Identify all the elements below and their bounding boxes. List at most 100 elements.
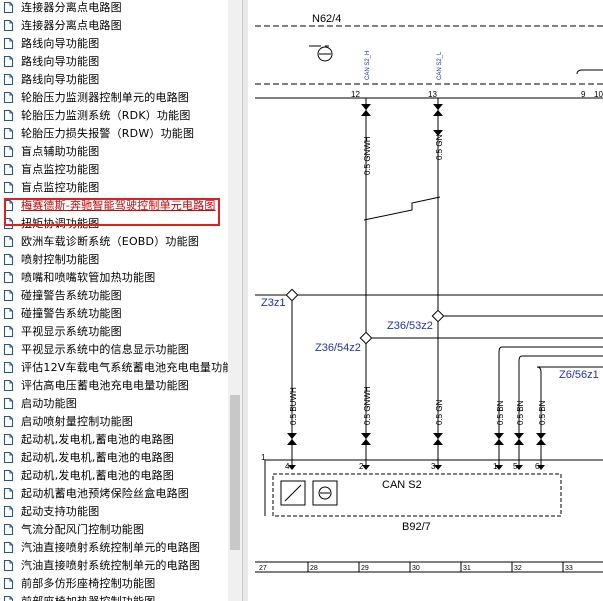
pin-label-2: 2 [359,462,364,471]
tree-item-label: 汽油直接喷射系统控制单元的电路图 [21,559,201,572]
tree-item-label: 气流分配风门控制功能图 [21,523,145,536]
scrollbar-thumb[interactable] [230,395,240,550]
tree-item[interactable]: 平视显示系统中的信息显示功能图 [0,340,228,358]
document-icon [4,55,13,67]
document-icon [4,307,13,319]
tree-item[interactable]: 起动机蓄电池预烤保险丝盒电路图 [0,484,228,502]
tree-item-label: 连接器分离点电路图 [21,1,122,14]
pin-label-1: 1 [493,462,498,471]
tree-item[interactable]: 路线向导功能图 [0,52,228,70]
tree-item[interactable]: 起动支持功能图 [0,502,228,520]
tree-item[interactable]: 碰撞警告系统功能图 [0,304,228,322]
tree-item-label: 汽油直接喷射系统控制单元的电路图 [21,541,201,554]
document-icon [4,415,13,427]
grid-label: 30 [412,565,420,572]
tree-item-label: 路线向导功能图 [21,37,100,50]
document-icon [4,397,13,409]
tree-item[interactable]: 起动机,发电机,蓄电池的电路图 [0,448,228,466]
tree-item-label: 轮胎压力监测系统（RDK）功能图 [21,109,191,122]
document-icon [4,577,13,589]
tree-item-label: 平视显示系统中的信息显示功能图 [21,343,189,356]
signal-label-12: CAN S2_H [365,51,371,80]
tree-item-label: 起动机蓄电池预烤保险丝盒电路图 [21,487,189,500]
tree-item[interactable]: 起动机,发电机,蓄电池的电路图 [0,430,228,448]
connector-arrows-lower [287,433,546,445]
module-label: CAN S2 [382,479,422,491]
tree-item[interactable]: 起动机,发电机,蓄电池的电路图 [0,466,228,484]
tree-item[interactable]: 气流分配风门控制功能图 [0,520,228,538]
tree-item[interactable]: 喷射控制功能图 [0,250,228,268]
tree-item-label: 起动机,发电机,蓄电池的电路图 [21,451,174,464]
tree-item-label: 喷射控制功能图 [21,253,100,266]
tree-item-label: 轮胎压力监测器控制单元的电路图 [21,91,189,104]
tree-item-label: 评估高电压蓄电池充电电量功能图 [21,379,189,392]
tree-item-label: 前部多仿形座椅控制功能图 [21,577,156,590]
tree-item[interactable]: 喷嘴和喷嘴软管加热功能图 [0,268,228,286]
wire-label-buwh: 0.5 BUWH [289,387,298,425]
tree-item[interactable]: 前部座椅加热器控制功能图 [0,592,228,601]
tree-item[interactable]: 路线向导功能图 [0,70,228,88]
node-label-z36-54z2: Z36/54z2 [315,342,361,354]
pin-markers [288,465,545,470]
tree-item-label: 轮胎压力损失报警（RDW）功能图 [21,127,195,140]
tree-item-label: 碰撞警告系统功能图 [21,289,122,302]
tree-item-label: 喷嘴和喷嘴软管加热功能图 [21,271,156,284]
tree-item-label: 碰撞警告系统功能图 [21,307,122,320]
tree-item[interactable]: 盲点监控功能图 [0,160,228,178]
document-icon [4,343,13,355]
tree-item[interactable]: 碰撞警告系统功能图 [0,286,228,304]
tree-item[interactable]: 汽油直接喷射系统控制单元的电路图 [0,538,228,556]
tree-item[interactable]: 平视显示系统功能图 [0,322,228,340]
tree-item[interactable]: 轮胎压力监测系统（RDK）功能图 [0,106,228,124]
tree-item[interactable]: 前部多仿形座椅控制功能图 [0,574,228,592]
wire-label-bn-3: 0.5 BN [538,400,547,425]
pin-label-4: 4 [285,462,290,471]
document-icon [4,595,13,601]
document-icon [4,487,13,499]
tree-item-label: 起动支持功能图 [21,505,100,518]
tree-item-label: 路线向导功能图 [21,73,100,86]
document-icon [4,19,13,31]
document-icon [4,91,13,103]
grid-label: 33 [565,565,573,572]
tree-item[interactable]: 启动喷射量控制功能图 [0,412,228,430]
tree-item-label: 启动喷射量控制功能图 [21,415,133,428]
tree-item-label: 欧洲车载诊断系统（EOBD）功能图 [21,235,200,248]
signal-label-13: CAN S2_L [437,51,443,80]
tree-item[interactable]: 连接器分离点电路图 [0,16,228,34]
connector-arrows-upper [361,104,443,136]
tree-item[interactable]: 轮胎压力监测器控制单元的电路图 [0,88,228,106]
pin-label-6: 6 [535,462,540,471]
document-icon [4,235,13,247]
document-icon [4,163,13,175]
document-icon [4,181,13,193]
tree-item[interactable]: 盲点监控功能图 [0,178,228,196]
tree-item-label: 启动功能图 [21,397,77,410]
tree-item[interactable]: 评估高电压蓄电池充电电量功能图 [0,376,228,394]
document-icon [4,73,13,85]
tree-item[interactable]: 路线向导功能图 [0,34,228,52]
grid-ruler-ticks: 27 28 29 30 31 32 33 [259,562,573,572]
tree-item-label: 平视显示系统功能图 [21,325,122,338]
tree-item[interactable]: 欧洲车载诊断系统（EOBD）功能图 [0,232,228,250]
top-component-label: N62/4 [312,13,341,25]
tree-item[interactable]: 启动功能图 [0,394,228,412]
module-icon-sensor [312,480,338,506]
grid-label: 29 [361,565,369,572]
document-icon [4,145,13,157]
module-icon-square [280,480,306,506]
splice-nodes [285,288,445,345]
tree-item[interactable]: 轮胎压力损失报警（RDW）功能图 [0,124,228,142]
selection-highlight-box [4,198,220,226]
tree-item[interactable]: 汽油直接喷射系统控制单元的电路图 [0,556,228,574]
pin-label-5: 5 [513,462,518,471]
tree-item-label: 起动机,发电机,蓄电池的电路图 [21,469,174,482]
grid-label: 31 [463,565,471,572]
twist-marker [363,196,441,221]
tree-item[interactable]: 盲点辅助功能图 [0,142,228,160]
tree-item[interactable]: 评估12V车载电气系统蓄电池充电电量功能 [0,358,228,376]
document-icon [4,325,13,337]
sensor-icon [309,45,333,62]
tree-item[interactable]: 连接器分离点电路图 [0,0,228,16]
document-icon [4,1,13,13]
